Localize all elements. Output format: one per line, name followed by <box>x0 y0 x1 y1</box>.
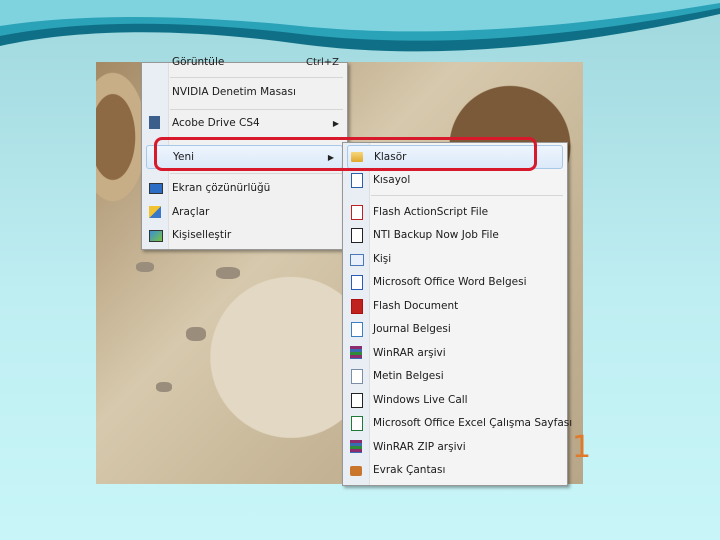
menu-item-label: WinRAR arşivi <box>373 347 446 359</box>
highlight-annotation <box>154 137 537 171</box>
menu-separator <box>170 109 343 110</box>
menu-item-contact[interactable]: Kişi <box>343 248 567 270</box>
menu-item-label: Flash Document <box>373 300 459 312</box>
menu-separator <box>371 195 563 196</box>
menu-item-excel-sheet[interactable]: Microsoft Office Excel Çalışma Sayfası <box>343 412 572 434</box>
menu-item-label: Journal Belgesi <box>373 323 451 335</box>
menu-item-word-document[interactable]: Microsoft Office Word Belgesi <box>343 271 567 293</box>
new-submenu[interactable]: Klasör Kısayol Flash ActionScript File N… <box>342 142 572 486</box>
pebble <box>156 382 172 392</box>
menu-item-nti-backup[interactable]: NTI Backup Now Job File <box>343 224 567 246</box>
menu-item-label: NTI Backup Now Job File <box>373 229 499 241</box>
menu-item-label: Microsoft Office Word Belgesi <box>373 276 527 288</box>
menu-item-tools[interactable]: Araçlar <box>142 201 347 223</box>
menu-item-personalize[interactable]: Kişiselleştir <box>142 224 347 246</box>
menu-item-label: Windows Live Call <box>373 394 468 406</box>
menu-item-label: Kısayol <box>373 174 411 186</box>
winrar-icon <box>349 346 363 360</box>
briefcase-icon <box>349 463 363 477</box>
menu-item-label: Evrak Çantası <box>373 464 446 476</box>
shortcut-icon <box>349 173 363 188</box>
header-swoosh <box>0 0 720 52</box>
menu-item-winrar[interactable]: WinRAR arşivi <box>343 342 567 364</box>
menu-item-label: Acobe Drive CS4 <box>172 117 260 129</box>
menu-item-label: Görüntüle <box>172 56 225 68</box>
display-icon <box>148 181 163 195</box>
menu-item-shortcut[interactable]: Kısayol <box>343 169 567 191</box>
menu-separator <box>170 77 343 78</box>
menu-item-label: Araçlar <box>172 206 210 218</box>
pebble <box>216 267 240 279</box>
menu-item-label: Metin Belgesi <box>373 370 444 382</box>
excel-icon <box>349 416 363 431</box>
menu-item-label: Ekran çözünürlüğü <box>172 182 271 194</box>
menu-item-label: Flash ActionScript File <box>373 206 489 218</box>
journal-icon <box>349 322 363 337</box>
menu-item-winrar-zip[interactable]: WinRAR ZIP arşivi <box>343 436 567 458</box>
submenu-arrow-icon: ▶ <box>332 118 339 128</box>
menu-item-flash-actionscript[interactable]: Flash ActionScript File <box>343 201 567 223</box>
menu-item-windows-live-call[interactable]: Windows Live Call <box>343 389 567 411</box>
pebble <box>136 262 154 272</box>
flash-icon <box>349 299 363 314</box>
pebble <box>186 327 206 341</box>
menu-item-journal[interactable]: Journal Belgesi <box>343 318 567 340</box>
slide-page-number: 1 <box>572 430 592 465</box>
menu-item-briefcase[interactable]: Evrak Çantası <box>343 459 567 481</box>
live-call-icon <box>349 393 363 408</box>
flash-as-icon <box>349 205 363 220</box>
menu-item-adobe-drive[interactable]: Acobe Drive CS4 ▶ <box>142 112 347 134</box>
word-icon <box>349 275 363 290</box>
menu-item-screen-resolution[interactable]: Ekran çözünürlüğü <box>142 177 347 199</box>
menu-item-label: Kişiselleştir <box>172 229 232 241</box>
menu-item-label: Microsoft Office Excel Çalışma Sayfası <box>373 417 573 429</box>
backup-icon <box>349 228 363 243</box>
menu-item-nvidia[interactable]: NVIDIA Denetim Masası <box>142 81 347 103</box>
drive-icon <box>148 116 162 130</box>
contact-icon <box>349 252 364 266</box>
menu-item-view[interactable]: Görüntüle Ctrl+Z <box>142 51 347 73</box>
tools-icon <box>148 205 162 219</box>
winrar-zip-icon <box>349 440 363 454</box>
personalize-icon <box>148 228 163 242</box>
menu-item-label: Kişi <box>373 253 392 265</box>
menu-item-label: NVIDIA Denetim Masası <box>172 86 296 98</box>
menu-item-text-document[interactable]: Metin Belgesi <box>343 365 567 387</box>
text-doc-icon <box>349 369 363 384</box>
menu-item-label: WinRAR ZIP arşivi <box>373 441 466 453</box>
menu-item-flash-document[interactable]: Flash Document <box>343 295 567 317</box>
menu-separator <box>170 173 343 174</box>
menu-item-shortcut: Ctrl+Z <box>305 56 339 68</box>
